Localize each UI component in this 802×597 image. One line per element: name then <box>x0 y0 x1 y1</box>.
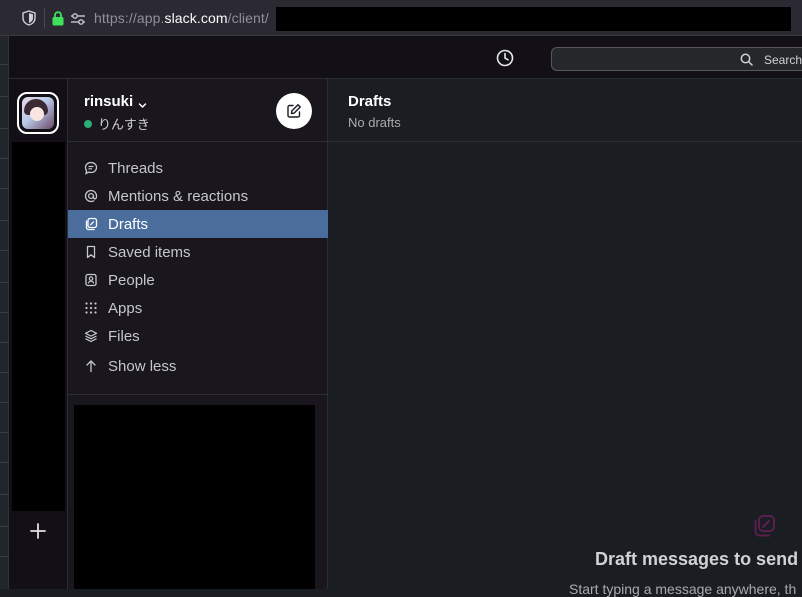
url-host: slack.com <box>164 10 228 26</box>
workspace-name-button[interactable]: rinsuki <box>84 93 147 110</box>
sidebar-nav: Threads Mentions & reactions Drafts Save… <box>68 154 328 380</box>
new-message-button[interactable] <box>276 93 312 129</box>
search-icon <box>740 53 753 66</box>
sidebar-item-mentions[interactable]: Mentions & reactions <box>68 182 328 210</box>
plus-icon[interactable] <box>29 522 47 540</box>
compose-icon <box>287 104 301 118</box>
slack-top-bar: Search <box>9 36 802 79</box>
redacted-workspace-list <box>12 142 65 511</box>
sidebar-item-label: Apps <box>108 299 143 317</box>
drafts-icon <box>84 217 98 231</box>
sidebar-item-threads[interactable]: Threads <box>68 154 328 182</box>
sidebar-item-label: Drafts <box>108 215 149 233</box>
sidebar-item-saved-items[interactable]: Saved items <box>68 238 328 266</box>
arrow-up-icon <box>84 359 98 373</box>
search-bar[interactable]: Search <box>551 47 802 71</box>
page-title: Drafts <box>348 93 392 110</box>
layers-icon <box>84 329 98 343</box>
sidebar-item-people[interactable]: People <box>68 266 328 294</box>
sidebar-item-show-less[interactable]: Show less <box>68 352 328 380</box>
workspace-avatar[interactable] <box>17 92 59 134</box>
sidebar-item-label: Files <box>108 327 140 345</box>
url-scheme: https://app. <box>94 10 165 26</box>
window-edge-strip <box>0 36 9 589</box>
channel-sidebar: rinsuki りんすき Threads Mentions & reaction… <box>68 79 328 589</box>
permissions-sliders-icon[interactable] <box>70 12 86 26</box>
workspace-name: rinsuki <box>84 93 134 110</box>
user-display-name: りんすき <box>98 117 150 132</box>
presence-active-dot <box>84 119 92 128</box>
empty-state-body: Start typing a message anywhere, th <box>569 581 797 597</box>
redacted-channel-list <box>74 405 315 589</box>
search-label: Search <box>764 53 802 67</box>
people-icon <box>84 273 98 287</box>
user-status[interactable]: りんすき <box>84 114 150 133</box>
sidebar-item-files[interactable]: Files <box>68 322 328 350</box>
sidebar-item-label: Threads <box>108 159 164 177</box>
at-icon <box>84 189 98 203</box>
lock-icon[interactable] <box>51 11 65 26</box>
tracking-protection-shield-icon[interactable] <box>22 10 36 26</box>
redacted-url-block <box>276 7 791 31</box>
threads-icon <box>84 161 98 175</box>
sidebar-item-label: People <box>108 271 155 289</box>
sidebar-item-label: Saved items <box>108 243 191 261</box>
page-subtitle: No drafts <box>348 115 401 130</box>
sidebar-item-apps[interactable]: Apps <box>68 294 328 322</box>
empty-state-title: Draft messages to send w <box>595 549 802 569</box>
sidebar-item-label: Mentions & reactions <box>108 187 249 205</box>
url-path: /client/ <box>227 10 269 26</box>
sidebar-header: rinsuki りんすき <box>68 79 328 142</box>
bookmark-icon <box>84 245 98 259</box>
sidebar-divider <box>68 394 328 395</box>
clock-icon[interactable] <box>496 49 514 67</box>
sidebar-item-label: Show less <box>108 357 177 375</box>
sidebar-item-drafts[interactable]: Drafts <box>68 210 328 238</box>
drafts-empty-state-icon <box>751 513 777 539</box>
avatar-image <box>22 97 54 129</box>
browser-url-bar[interactable]: https://app.slack.com/client/ <box>0 0 802 36</box>
chevron-down-icon <box>138 97 147 108</box>
workspace-rail <box>9 79 68 589</box>
url-bar-divider <box>44 8 45 28</box>
apps-grid-icon <box>84 301 98 315</box>
drafts-header: Drafts No drafts <box>328 79 802 142</box>
drafts-view: Drafts No drafts Draft messages to send … <box>328 79 802 597</box>
url-text[interactable]: https://app.slack.com/client/ <box>94 10 269 26</box>
